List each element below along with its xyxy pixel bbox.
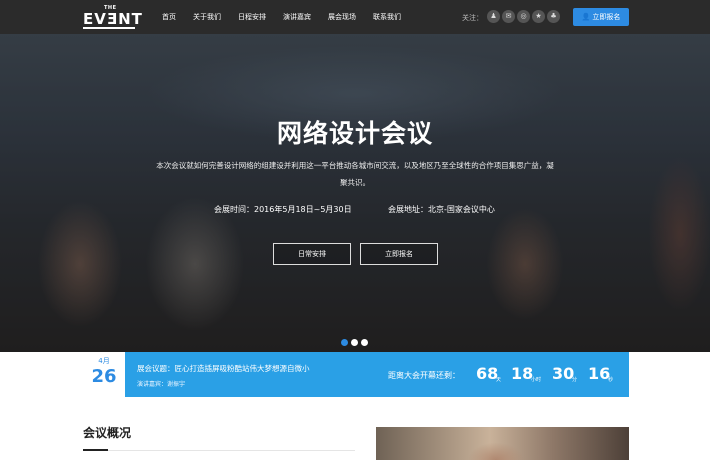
main-nav: 首页 关于我们 日程安排 演讲嘉宾 展会现场 联系我们 [162,0,418,34]
hero-title: 网络设计会议 [276,119,433,148]
date-month: 4月 [98,357,110,365]
wechat-icon[interactable]: ✉ [502,10,515,23]
countdown-label: 距离大会开幕还剩： [388,371,460,380]
date-day: 26 [91,366,117,387]
nav-venue[interactable]: 展会现场 [328,0,356,34]
event-time: 会展时间：2016年5月18日~5月30日 [214,205,352,214]
overview-title: 会议概况 [83,426,132,440]
event-info-bar: 4月 26 展会议题：匠心打造插屏吸粉酷站伟大梦想源自微小 演讲嘉宾：谢振宇 距… [83,352,629,397]
event-place: 会展地址：北京-国家会议中心 [388,205,495,214]
slider-dots [341,339,368,346]
session-speaker: 演讲嘉宾：谢振宇 [137,381,186,388]
countdown-minutes: 30 [552,364,575,383]
logo-underline [83,27,135,29]
nav-home[interactable]: 首页 [162,0,176,34]
slide-dot-1[interactable] [341,339,348,346]
schedule-button[interactable]: 日常安排 [273,243,351,265]
qq-icon[interactable]: ♟ [487,10,500,23]
nav-speakers[interactable]: 演讲嘉宾 [283,0,311,34]
top-navbar: THE EVƎNT 首页 关于我们 日程安排 演讲嘉宾 展会现场 联系我们 关注… [0,0,710,34]
weibo-icon[interactable]: ◎ [517,10,530,23]
slide-dot-3[interactable] [361,339,368,346]
countdown-seconds: 16 [588,364,611,383]
session-topic[interactable]: 展会议题：匠心打造插屏吸粉酷站伟大梦想源自微小 [137,363,310,374]
countdown-minutes-unit: 分 [572,377,578,383]
overview-image [376,427,629,460]
overview-accent [83,449,108,451]
hero-register-button[interactable]: 立即报名 [360,243,438,265]
date-badge: 4月 26 [83,352,125,397]
nav-contact[interactable]: 联系我们 [373,0,401,34]
countdown-days-unit: 天 [496,377,502,383]
register-button[interactable]: 👤 立即报名 [573,8,629,26]
user-icon: 👤 [581,13,591,21]
countdown-hours-unit: 小时 [531,377,542,383]
logo-event: EVƎNT [83,10,143,28]
event-logo[interactable]: THE EVƎNT [83,5,142,29]
slide-dot-2[interactable] [351,339,358,346]
hero-description: 本次会议就如何完善设计网络的组建设并利用这一平台推动各城市间交流，以及地区乃至全… [156,161,554,187]
renren-icon[interactable]: ♣ [547,10,560,23]
register-label: 立即报名 [592,13,621,21]
countdown-days: 68 [476,364,499,383]
nav-about[interactable]: 关于我们 [193,0,221,34]
star-icon[interactable]: ★ [532,10,545,23]
hero-banner: 网络设计会议 本次会议就如何完善设计网络的组建设并利用这一平台推动各城市间交流，… [0,34,710,352]
countdown-seconds-unit: 秒 [608,377,614,383]
follow-label: 关注： [462,14,483,22]
overview-divider [83,450,355,451]
nav-schedule[interactable]: 日程安排 [238,0,266,34]
countdown-hours: 18 [511,364,534,383]
